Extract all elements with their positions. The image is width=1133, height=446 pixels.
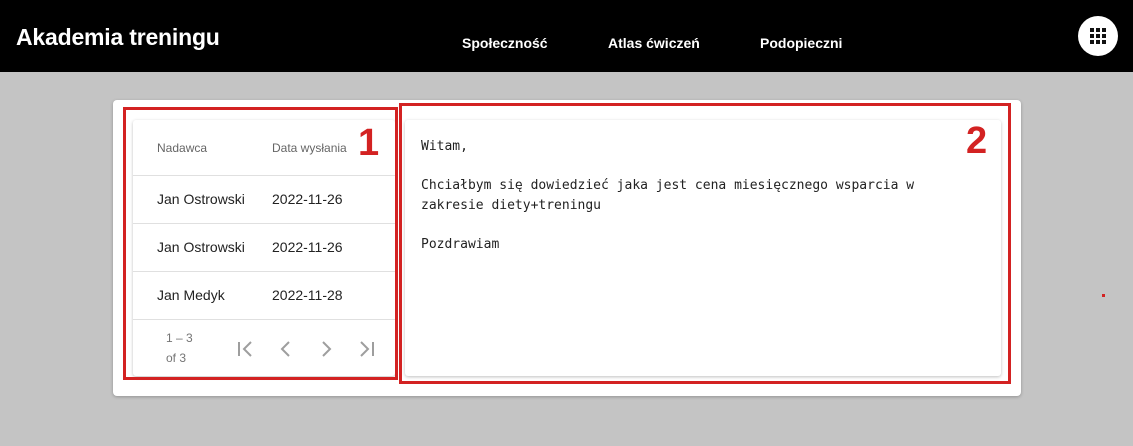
annotation-box-2 <box>399 103 1011 384</box>
nav-link-trainees[interactable]: Podopieczni <box>760 35 842 51</box>
grid-apps-icon <box>1090 28 1106 44</box>
annotation-number-2: 2 <box>966 120 988 162</box>
top-bar: Akademia treningu Społeczność Atlas ćwic… <box>0 0 1133 72</box>
brand-title[interactable]: Akademia treningu <box>16 24 220 51</box>
nav-link-community[interactable]: Społeczność <box>462 35 548 51</box>
annotation-box-1 <box>123 107 398 380</box>
annotation-number-1: 1 <box>358 122 380 164</box>
nav-link-exercise-atlas[interactable]: Atlas ćwiczeń <box>608 35 700 51</box>
annotation-dot <box>1102 294 1105 297</box>
apps-menu-button[interactable] <box>1078 16 1118 56</box>
